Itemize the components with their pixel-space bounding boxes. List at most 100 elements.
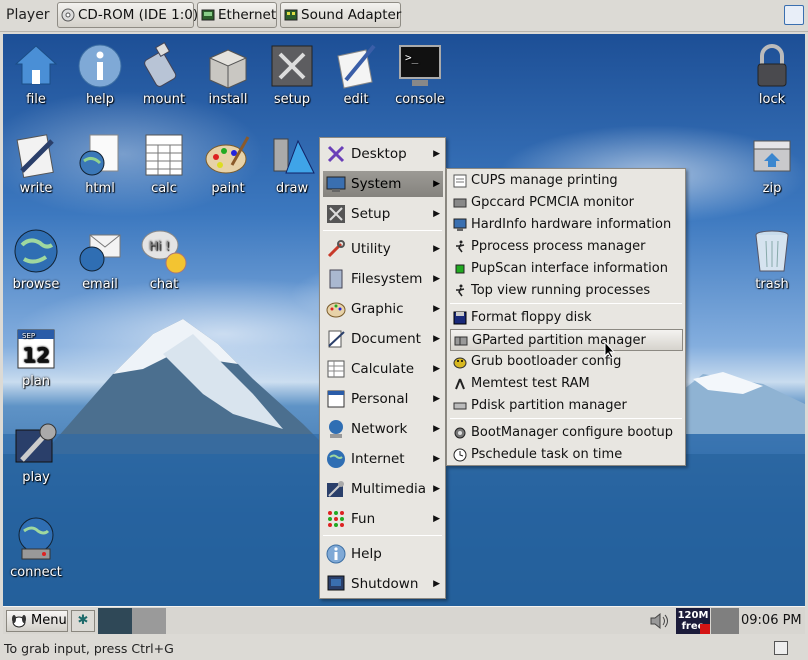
desktop-icon-lock[interactable]: lock bbox=[740, 42, 804, 107]
menu-item-desktop[interactable]: Desktop ▶ bbox=[323, 141, 443, 167]
desktop-icon-label: mount bbox=[142, 92, 186, 107]
submenu-item-memtest[interactable]: Memtest test RAM bbox=[450, 373, 683, 395]
desktop-icon-plan[interactable]: SEP 12 plan bbox=[4, 324, 68, 389]
desktop-icon-connect[interactable]: connect bbox=[4, 515, 68, 580]
palette-icon bbox=[205, 136, 250, 174]
menu-item-graphic[interactable]: Graphic ▶ bbox=[323, 296, 443, 322]
desktop-icon-label: paint bbox=[211, 181, 245, 196]
desktop-icon-help[interactable]: help bbox=[68, 42, 132, 107]
ethernet-device-button[interactable]: Ethernet bbox=[197, 2, 277, 28]
submenu-item-gpccard[interactable]: Gpccard PCMCIA monitor bbox=[450, 192, 683, 214]
desktop-icon-label: play bbox=[22, 470, 50, 485]
taskbar: Menu ✱ 120M free 09:06 PM bbox=[3, 606, 805, 634]
status-device-icon[interactable] bbox=[774, 641, 788, 655]
submenu-arrow-icon: ▶ bbox=[433, 579, 440, 589]
desktop-icon-mount[interactable]: mount bbox=[132, 42, 196, 107]
desktop-icon-play[interactable]: play bbox=[4, 420, 68, 485]
menu-item-fun[interactable]: Fun ▶ bbox=[323, 506, 443, 532]
padlock-icon bbox=[757, 44, 787, 87]
desktop-icon-file[interactable]: file bbox=[4, 42, 68, 107]
desktop-icon-browse[interactable]: browse bbox=[4, 227, 68, 292]
menu-item-multimedia[interactable]: Multimedia ▶ bbox=[323, 476, 443, 502]
submenu-item-pschedule[interactable]: Pschedule task on time bbox=[450, 444, 683, 466]
speaker-volume-icon[interactable] bbox=[649, 612, 669, 630]
menu-separator bbox=[323, 535, 442, 536]
system-submenu: CUPS manage printing Gpccard PCMCIA moni… bbox=[446, 168, 686, 466]
desktop-icon-console[interactable]: >_ console bbox=[388, 42, 452, 107]
cdrom-device-label: CD-ROM (IDE 1:0) bbox=[78, 7, 199, 23]
desktop-toggle-icon[interactable]: ✱ bbox=[71, 610, 95, 632]
submenu-arrow-icon: ▶ bbox=[433, 274, 440, 284]
submenu-item-grub[interactable]: Grub bootloader config bbox=[450, 351, 683, 373]
computer-icon bbox=[453, 218, 467, 231]
cdrom-device-button[interactable]: CD-ROM (IDE 1:0) bbox=[57, 2, 198, 28]
submenu-item-pupscan[interactable]: PupScan interface information bbox=[450, 258, 683, 280]
desktop-icon-edit[interactable]: edit bbox=[324, 42, 388, 107]
info-icon bbox=[78, 44, 122, 88]
desktop-icon-trash[interactable]: trash bbox=[740, 227, 804, 292]
svg-text:Hi !: Hi ! bbox=[149, 239, 170, 253]
desktop-icon-zip[interactable]: zip bbox=[740, 131, 804, 196]
desktop-icon-label: file bbox=[26, 92, 46, 107]
desktop-icon-install[interactable]: install bbox=[196, 42, 260, 107]
desktop-icon-html[interactable]: html bbox=[68, 131, 132, 196]
workspace-pager-1[interactable] bbox=[98, 608, 132, 634]
menu-item-filesystem[interactable]: Filesystem ▶ bbox=[323, 266, 443, 292]
mouse-cursor bbox=[604, 341, 616, 359]
submenu-item-bootmanager[interactable]: BootManager configure bootup bbox=[450, 422, 683, 444]
menu-item-network[interactable]: Network ▶ bbox=[323, 416, 443, 442]
vm-status-bar: To grab input, press Ctrl+G bbox=[0, 637, 808, 660]
menu-item-utility[interactable]: Utility ▶ bbox=[323, 236, 443, 262]
network-icon bbox=[201, 9, 215, 21]
runner-icon bbox=[456, 284, 465, 297]
desktop-icon-chat[interactable]: Hi ! chat bbox=[132, 227, 196, 292]
submenu-item-gparted[interactable]: GParted partition manager bbox=[450, 329, 683, 351]
submenu-item-format-floppy[interactable]: Format floppy disk bbox=[450, 307, 683, 329]
player-menu[interactable]: Player bbox=[6, 7, 50, 23]
spreadsheet-icon bbox=[327, 360, 345, 378]
taskbar-clock[interactable]: 09:06 PM bbox=[741, 613, 802, 628]
menu-item-system[interactable]: System ▶ bbox=[323, 171, 443, 197]
home-icon bbox=[14, 45, 58, 85]
notepad-icon bbox=[16, 134, 54, 179]
menu-item-label: Personal bbox=[351, 391, 409, 407]
submenu-item-pdisk[interactable]: Pdisk partition manager bbox=[450, 395, 683, 417]
usb-drive-icon bbox=[144, 42, 177, 87]
desktop-icon-draw[interactable]: draw bbox=[260, 131, 324, 196]
desktop-icon-email[interactable]: email bbox=[68, 227, 132, 292]
menu-item-label: Internet bbox=[351, 451, 405, 467]
submenu-arrow-icon: ▶ bbox=[433, 149, 440, 159]
free-memory-value: 120M bbox=[677, 610, 709, 621]
submenu-item-label: HardInfo hardware information bbox=[471, 217, 672, 232]
menu-item-label: Graphic bbox=[351, 301, 404, 317]
menu-item-personal[interactable]: Personal ▶ bbox=[323, 386, 443, 412]
microphone-icon bbox=[327, 481, 344, 497]
menu-item-setup[interactable]: Setup ▶ bbox=[323, 201, 443, 227]
workspace-pager-2[interactable] bbox=[132, 608, 166, 634]
desktop-icon-write[interactable]: write bbox=[4, 131, 68, 196]
submenu-item-top[interactable]: Top view running processes bbox=[450, 280, 683, 302]
calendar-month: SEP bbox=[22, 332, 35, 340]
free-memory-indicator: 120M free bbox=[676, 608, 710, 634]
gear-icon bbox=[454, 427, 466, 439]
start-menu-button[interactable]: Menu bbox=[6, 610, 68, 632]
menu-item-help[interactable]: Help bbox=[323, 541, 443, 567]
menu-item-document[interactable]: Document ▶ bbox=[323, 326, 443, 352]
submenu-item-label: Gpccard PCMCIA monitor bbox=[471, 195, 635, 210]
submenu-arrow-icon: ▶ bbox=[433, 364, 440, 374]
submenu-item-hardinfo[interactable]: HardInfo hardware information bbox=[450, 214, 683, 236]
submenu-arrow-icon: ▶ bbox=[433, 209, 440, 219]
submenu-separator bbox=[450, 303, 682, 304]
submenu-item-pprocess[interactable]: Pprocess process manager bbox=[450, 236, 683, 258]
desktop-icon-paint[interactable]: paint bbox=[196, 131, 260, 196]
menu-item-calculate[interactable]: Calculate ▶ bbox=[323, 356, 443, 382]
fullscreen-icon[interactable] bbox=[784, 5, 804, 25]
menu-item-shutdown[interactable]: Shutdown ▶ bbox=[323, 571, 443, 597]
menu-item-label: Desktop bbox=[351, 146, 407, 162]
desktop-icon-setup[interactable]: setup bbox=[260, 42, 324, 107]
main-menu: Desktop ▶ System ▶ Setup ▶ Utility ▶ Filesys… bbox=[319, 137, 446, 599]
menu-item-internet[interactable]: Internet ▶ bbox=[323, 446, 443, 472]
sound-device-button[interactable]: Sound Adapter bbox=[280, 2, 401, 28]
submenu-item-cups[interactable]: CUPS manage printing bbox=[450, 170, 683, 192]
desktop-icon-calc[interactable]: calc bbox=[132, 131, 196, 196]
